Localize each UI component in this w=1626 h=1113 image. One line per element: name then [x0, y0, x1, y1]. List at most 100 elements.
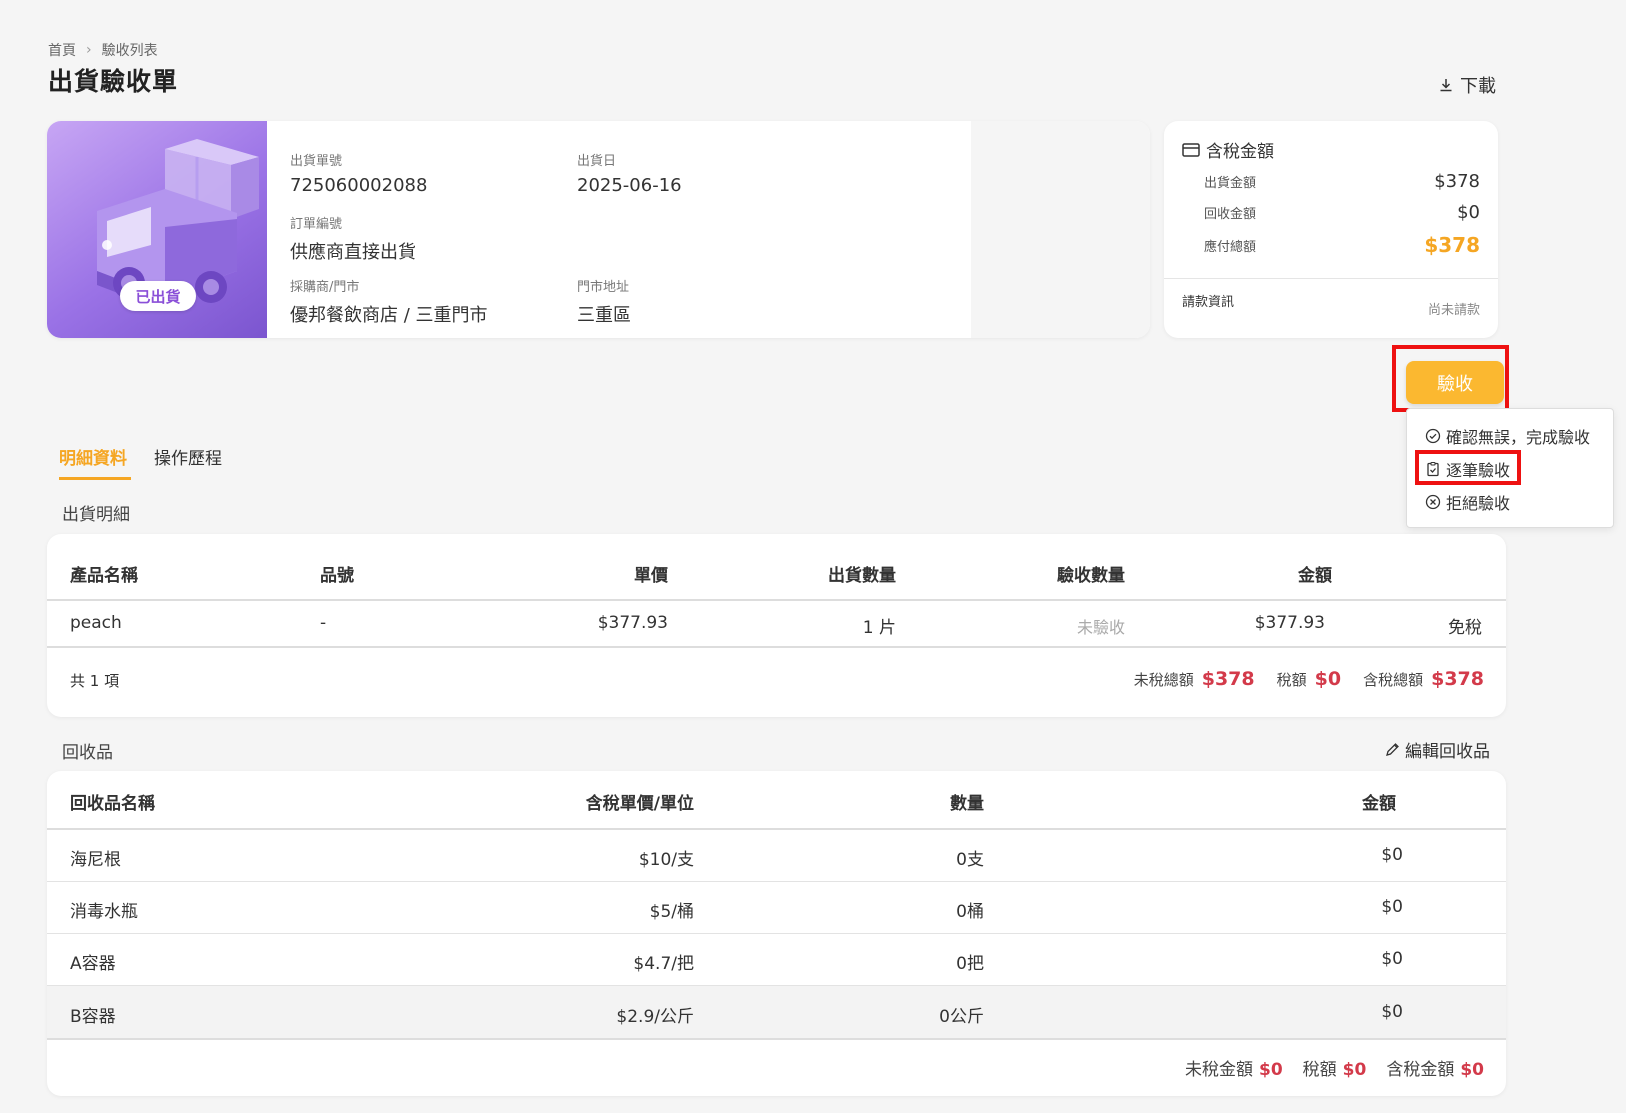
- header-divider: [47, 828, 1506, 830]
- download-button[interactable]: 下載: [1438, 72, 1496, 98]
- shipment-section-title: 出貨明細: [62, 505, 130, 525]
- shipment-no-value: 725060002088: [290, 175, 428, 196]
- untaxed-label: 未稅總額: [1133, 671, 1194, 689]
- line-amount: $377.93: [1254, 613, 1325, 633]
- untaxed-label: 未稅金額: [1184, 1060, 1253, 1080]
- recycle-price: $5/桶: [649, 902, 694, 922]
- ship-date-label: 出貨日: [577, 154, 617, 169]
- truck-illustration: 已出貨: [47, 121, 267, 338]
- accept-button[interactable]: 驗收: [1406, 361, 1504, 404]
- pencil-icon: [1386, 743, 1399, 756]
- column-header: 驗收數量: [1057, 566, 1125, 586]
- recycle-name: B容器: [70, 1007, 116, 1027]
- recycle-qty: 0把: [956, 954, 984, 974]
- product-name: peach: [70, 613, 122, 633]
- tax-value: $0: [1314, 668, 1342, 690]
- total-value: $0: [1460, 1060, 1484, 1080]
- row-divider: [47, 933, 1506, 934]
- amount-title: 含稅金額: [1182, 137, 1274, 162]
- tab-details[interactable]: 明細資料: [59, 444, 127, 469]
- ship-qty: 1 片: [862, 618, 896, 638]
- row-divider: [47, 881, 1506, 882]
- buyer-label: 採購商/門市: [290, 280, 360, 295]
- recycle-amount-row: 回收金額 $0: [1204, 202, 1480, 223]
- recycle-amount: $0: [1381, 897, 1403, 917]
- total-label: 含稅金額: [1386, 1060, 1455, 1080]
- amount-title-label: 含稅金額: [1206, 142, 1274, 162]
- column-header: 數量: [950, 794, 984, 814]
- credit-card-icon: [1182, 142, 1200, 157]
- column-header: 金額: [1298, 566, 1332, 586]
- billing-status: 尚未請款: [1427, 303, 1480, 318]
- recycle-price: $10/支: [638, 850, 694, 870]
- address-label: 門市地址: [577, 280, 630, 295]
- row-divider: [47, 646, 1506, 648]
- shipment-info-card: 已出貨 出貨單號 725060002088 出貨日 2025-06-16 訂單編…: [47, 121, 1150, 338]
- order-no-value: 供應商直接出貨: [290, 242, 416, 263]
- column-header: 含稅單價/單位: [585, 794, 694, 814]
- amount-card: 含稅金額 出貨金額 $378 回收金額 $0 應付總額 $378 請款資訊 尚未…: [1164, 121, 1498, 338]
- payable-row: 應付總額 $378: [1204, 233, 1480, 257]
- column-header: 金額: [1362, 794, 1396, 814]
- column-header: 品號: [320, 566, 354, 586]
- chevron-right-icon: ›: [86, 42, 92, 58]
- tax-label: 稅額: [1276, 671, 1307, 689]
- column-header: 單價: [634, 566, 668, 586]
- ship-amount-value: $378: [1434, 171, 1480, 192]
- recycle-price: $2.9/公斤: [616, 1007, 694, 1027]
- tax-type: 免稅: [1448, 618, 1482, 638]
- ship-amount-row: 出貨金額 $378: [1204, 171, 1480, 192]
- row-divider: [47, 1038, 1506, 1040]
- menu-item-confirm-complete[interactable]: 確認無誤，完成驗收: [1425, 424, 1590, 448]
- breadcrumb-current[interactable]: 驗收列表: [102, 40, 158, 60]
- tab-history[interactable]: 操作歷程: [154, 444, 222, 469]
- recycle-qty: 0支: [956, 850, 984, 870]
- card-gap: [971, 121, 1150, 338]
- recycle-amount: $0: [1381, 1002, 1403, 1022]
- order-no-field: 訂單編號 供應商直接出貨: [290, 213, 416, 264]
- column-header: 出貨數量: [828, 566, 896, 586]
- shipment-table: 產品名稱 品號 單價 出貨數量 驗收數量 金額 peach - $377.93 …: [47, 534, 1506, 717]
- tab-active-indicator: [59, 477, 131, 480]
- ship-date-value: 2025-06-16: [577, 175, 682, 196]
- address-field: 門市地址 三重區: [577, 276, 631, 327]
- accepted-qty: 未驗收: [1076, 618, 1125, 637]
- recycle-amount-label: 回收金額: [1204, 207, 1257, 222]
- order-no-label: 訂單編號: [290, 217, 343, 232]
- ship-amount-label: 出貨金額: [1204, 176, 1257, 191]
- recycle-amount: $0: [1381, 845, 1403, 865]
- recycle-amount-value: $0: [1457, 202, 1480, 223]
- recycle-name: A容器: [70, 954, 116, 974]
- unit-price: $377.93: [597, 613, 668, 633]
- recycle-name: 海尼根: [70, 850, 121, 870]
- total-value: $378: [1431, 668, 1484, 690]
- payable-value: $378: [1424, 233, 1480, 257]
- buyer-field: 採購商/門市 優邦餐飲商店 / 三重門市: [290, 276, 488, 327]
- total-label: 含稅總額: [1363, 671, 1424, 689]
- breadcrumb-home[interactable]: 首頁: [48, 40, 76, 60]
- download-icon: [1440, 79, 1452, 92]
- menu-item-label: 拒絕驗收: [1446, 494, 1511, 513]
- shipment-no-field: 出貨單號 725060002088: [290, 150, 427, 196]
- close-circle-icon: [1425, 494, 1441, 510]
- recycle-price: $4.7/把: [633, 954, 694, 974]
- column-header: 產品名稱: [70, 566, 138, 586]
- recycle-table: 回收品名稱 含稅單價/單位 數量 金額 海尼根 $10/支 0支 $0 消毒水瓶…: [47, 771, 1506, 1096]
- item-count: 共 1 項: [70, 672, 120, 690]
- untaxed-value: $378: [1201, 668, 1255, 690]
- page-title: 出貨驗收單: [48, 67, 179, 96]
- download-label: 下載: [1460, 76, 1496, 97]
- recycle-qty: 0桶: [956, 902, 984, 922]
- billing-row: 請款資訊 尚未請款: [1182, 291, 1480, 318]
- edit-recycle-button[interactable]: 編輯回收品: [1385, 737, 1490, 762]
- tax-value: $0: [1342, 1060, 1367, 1080]
- shipment-summary: 未稅總額 $378 稅額 $0 含稅總額 $378: [1134, 668, 1484, 690]
- buyer-value: 優邦餐飲商店 / 三重門市: [290, 305, 488, 326]
- recycle-section-title: 回收品: [62, 743, 113, 763]
- recycle-summary: 未稅金額 $0 稅額 $0 含稅金額 $0: [1185, 1055, 1484, 1080]
- billing-label: 請款資訊: [1182, 295, 1235, 310]
- payable-label: 應付總額: [1204, 239, 1257, 255]
- row-divider: [47, 985, 1506, 986]
- menu-item-reject[interactable]: 拒絕驗收: [1425, 490, 1510, 514]
- shipment-no-label: 出貨單號: [290, 154, 343, 169]
